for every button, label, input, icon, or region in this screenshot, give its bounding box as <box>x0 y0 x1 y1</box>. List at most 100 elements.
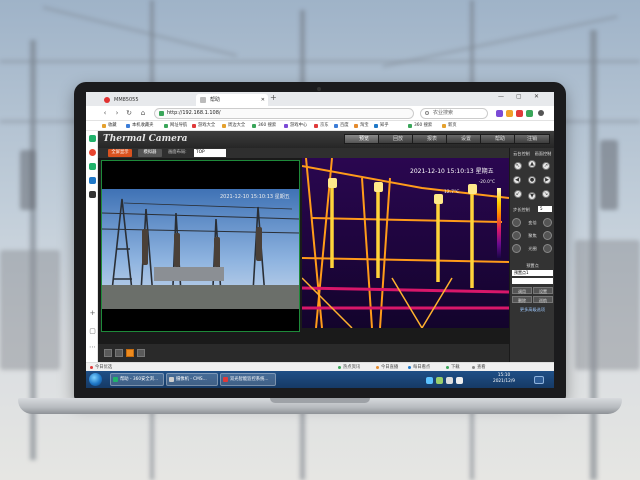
tab-mm85055[interactable]: MM85055 <box>100 94 170 106</box>
sidebar-app-icon[interactable] <box>89 163 96 170</box>
search-placeholder: 农业搜索 <box>433 110 454 116</box>
maximize-button[interactable]: ▢ <box>516 93 522 100</box>
visible-image <box>102 189 299 309</box>
preset-select[interactable]: 预置点1 <box>512 270 553 276</box>
taskbar-item-monitor[interactable]: 双光智能监控系统... <box>220 373 276 386</box>
bookmark-item[interactable]: 周边大全 <box>222 121 245 131</box>
sidebar-add-icon[interactable]: + <box>88 309 97 317</box>
thermal-timestamp: 2021-12-10 15:10:13 星期五 <box>410 168 494 175</box>
tab-help[interactable]: 帮助 ✕ <box>196 94 268 106</box>
tab-logout[interactable]: 注销 <box>514 134 550 144</box>
ptz-down-button[interactable]: ▼ <box>528 192 536 200</box>
sidebar-trash-icon[interactable]: ▢ <box>88 327 97 335</box>
bookmark-item[interactable]: 知乎 <box>374 121 389 131</box>
iris-row: 光圈 <box>512 244 553 253</box>
preset-delete-button[interactable]: 删除 <box>512 296 532 303</box>
record-icon[interactable] <box>115 349 123 357</box>
clock[interactable]: 15:10 2021/12/9 <box>484 373 524 385</box>
zoom-label: 变倍 <box>528 220 537 225</box>
minimize-button[interactable]: — <box>498 93 504 100</box>
visible-camera-view[interactable]: 2021-12-10 15:10:13 星期五 <box>101 160 300 332</box>
ptz-left-button[interactable]: ◀ <box>513 176 521 184</box>
volume-icon[interactable] <box>456 377 463 384</box>
app-icon <box>169 377 174 382</box>
snapshot-icon[interactable] <box>104 349 112 357</box>
bookmark-item[interactable]: 本机收藏夹 <box>126 121 153 131</box>
bookmark-item[interactable]: 游戏中心 <box>284 121 307 131</box>
forward-button[interactable]: › <box>112 108 122 118</box>
focus-row: 聚焦 <box>512 231 553 240</box>
thermal-camera-app: Thermal Camera 预览 回放 报表 设置 帮助 注销 全屏显示 模拟… <box>98 131 554 362</box>
step-header: 步长控制 <box>513 207 530 212</box>
zoom-row: 变倍 <box>512 218 553 227</box>
bookmark-item[interactable]: 网址导航 <box>164 121 187 131</box>
advanced-options-link[interactable]: 更多高级选项 <box>511 306 554 313</box>
extension-icon[interactable] <box>506 110 513 117</box>
bookmark-item[interactable]: 百度 <box>334 121 349 131</box>
bookmark-item[interactable]: 京东 <box>314 121 329 131</box>
back-button[interactable]: ‹ <box>100 108 110 118</box>
iris-open-button[interactable] <box>543 244 552 253</box>
layout-select[interactable]: TOP <box>194 149 226 157</box>
extension-icon[interactable] <box>496 110 503 117</box>
menu-icon[interactable] <box>538 110 544 116</box>
ptz-down-right-button[interactable]: ↘ <box>542 190 550 198</box>
show-desktop-button[interactable] <box>534 376 544 384</box>
reload-button[interactable]: ↻ <box>124 108 134 118</box>
iris-close-button[interactable] <box>512 244 521 253</box>
preset-header: 预置点 <box>526 263 539 268</box>
address-bar[interactable]: http://192.168.1.108/ <box>154 108 414 119</box>
bookmark-item[interactable]: 淘宝 <box>354 121 369 131</box>
bookmark-item[interactable]: 360 搜索 <box>252 121 276 131</box>
network-icon[interactable] <box>446 377 453 384</box>
zoom-in-button[interactable] <box>543 218 552 227</box>
home-button[interactable]: ⌂ <box>138 108 148 118</box>
cruise-select[interactable] <box>512 278 553 284</box>
preset-call-button[interactable]: 调用 <box>512 287 532 294</box>
start-button[interactable] <box>89 373 102 386</box>
ptz-up-left-button[interactable]: ↖ <box>514 162 522 170</box>
layout-icon[interactable] <box>126 349 134 357</box>
new-tab-button[interactable]: + <box>270 93 277 102</box>
sidebar-app-icon[interactable] <box>89 177 96 184</box>
ptz-down-left-button[interactable]: ↙ <box>514 190 522 198</box>
ptz-right-button[interactable]: ▶ <box>543 176 551 184</box>
tray-icon[interactable] <box>436 377 443 384</box>
visible-timestamp: 2021-12-10 15:10:13 星期五 <box>220 194 290 200</box>
ptz-header: 云台控制 <box>513 151 530 156</box>
sidebar-app-icon[interactable] <box>89 135 96 142</box>
sidebar-more-icon[interactable]: ⋯ <box>88 343 97 351</box>
focus-near-button[interactable] <box>512 231 521 240</box>
bookmarks-bar: 收藏 本机收藏夹 网址导航 游戏大全 周边大全 360 搜索 游戏中心 京东 百… <box>86 121 554 131</box>
tray-icon[interactable] <box>426 377 433 384</box>
thermal-camera-view[interactable]: 2021-12-10 15:10:13 星期五 -20.0°C 12.7°C <box>302 158 509 328</box>
simulator-button[interactable]: 模拟器 <box>138 149 162 157</box>
url-text: http://192.168.1.108/ <box>167 110 221 116</box>
bookmark-item[interactable]: 新页 <box>442 121 457 131</box>
search-input[interactable]: 农业搜索 <box>420 108 488 119</box>
ptz-up-button[interactable]: ▲ <box>528 160 536 168</box>
sidebar-app-icon[interactable] <box>89 149 96 156</box>
close-window-button[interactable]: ✕ <box>534 93 539 100</box>
ptz-auto-button[interactable]: ● <box>528 176 536 184</box>
taskbar-item-cms[interactable]: 摄像机 - CMS... <box>166 373 218 386</box>
zoom-out-button[interactable] <box>512 218 521 227</box>
focus-far-button[interactable] <box>543 231 552 240</box>
app-title: Thermal Camera <box>103 134 188 144</box>
step-select[interactable]: 5 <box>538 206 552 212</box>
extension-icon[interactable] <box>526 110 533 117</box>
close-tab-icon[interactable]: ✕ <box>261 94 265 106</box>
laptop-notch <box>270 398 370 403</box>
audio-icon[interactable] <box>137 349 145 357</box>
temperature-scale-bar <box>497 188 501 258</box>
preset-set-button[interactable]: 设置 <box>533 287 553 294</box>
cruise-button[interactable]: 巡航 <box>533 296 553 303</box>
sidebar-app-icon[interactable] <box>89 191 96 198</box>
bookmark-item[interactable]: 360 搜索 <box>408 121 432 131</box>
ptz-up-right-button[interactable]: ↗ <box>542 162 550 170</box>
fullscreen-button[interactable]: 全屏显示 <box>108 149 132 157</box>
bookmark-item[interactable]: 收藏 <box>102 121 117 131</box>
extension-icon[interactable] <box>516 110 523 117</box>
bookmark-item[interactable]: 游戏大全 <box>192 121 215 131</box>
taskbar-item-browser[interactable]: 帮助 - 360安全浏... <box>110 373 164 386</box>
